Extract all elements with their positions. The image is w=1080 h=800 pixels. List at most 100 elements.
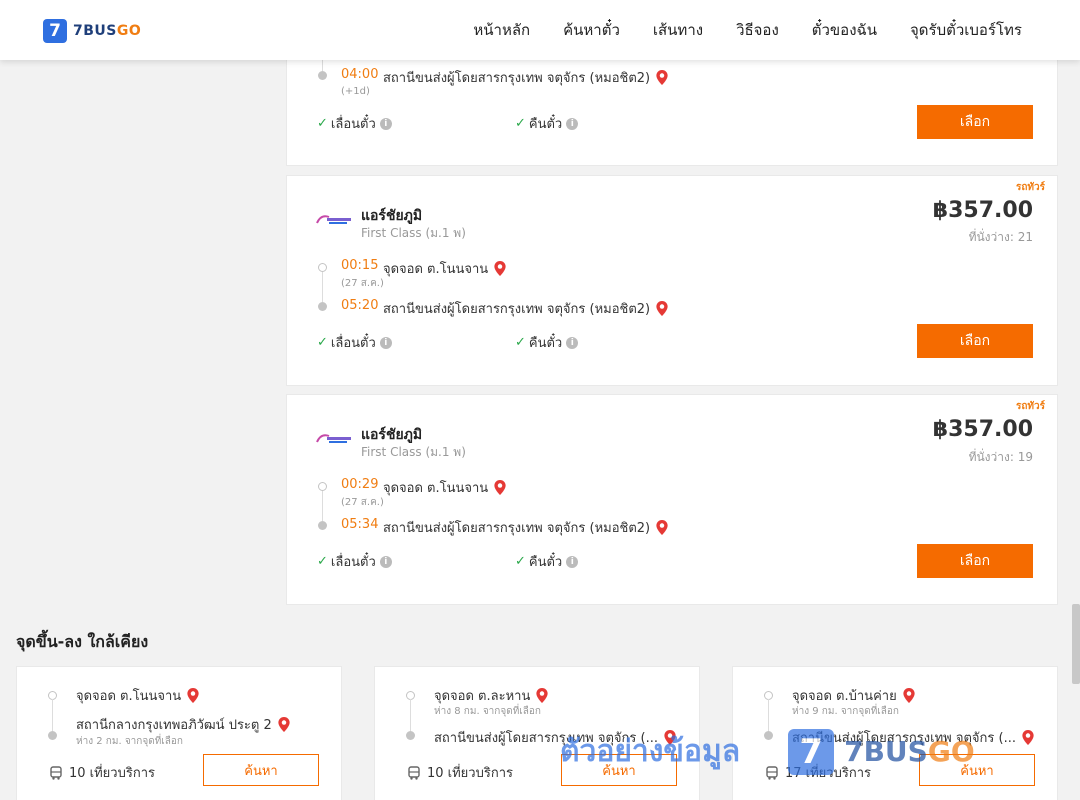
refund-option: ✓ คืนตั๋ว i: [515, 551, 579, 572]
nearby-to-stop: สถานีขนส่งผู้โดยสารกรุงเทพ จตุจักร (...: [434, 727, 676, 748]
nav-routes[interactable]: เส้นทาง: [653, 18, 703, 42]
arrival-dot: [318, 521, 327, 530]
select-trip-button[interactable]: เลือก: [917, 105, 1033, 139]
to-dot: [764, 731, 773, 740]
info-icon[interactable]: i: [379, 336, 392, 349]
trip-card: รถทัวร์ แอร์ชัยภูมิ First Class (ม.1 พ) …: [286, 175, 1058, 386]
nearby-trip-count: 10 เที่ยวบริการ: [407, 762, 513, 783]
departure-dot: [318, 263, 327, 272]
arrival-time: 04:00: [341, 67, 379, 82]
seats-available: ที่นั่งว่าง: 19: [968, 450, 1033, 464]
check-icon: ✓: [317, 554, 328, 569]
nearby-card: จุดจอด ต.บ้านค่าย ห่าง 9 กม. จากจุดที่เล…: [732, 666, 1058, 800]
info-icon[interactable]: i: [566, 336, 579, 349]
departure-date: (27 ส.ค.): [341, 278, 384, 289]
location-pin-icon[interactable]: [187, 688, 199, 703]
nav-pickup-points[interactable]: จุดรับตั๋วเบอร์โทร: [910, 18, 1022, 42]
location-pin-icon[interactable]: [903, 688, 915, 703]
arrival-dot: [318, 71, 327, 80]
refund-option: ✓ คืนตั๋ว i: [515, 113, 579, 134]
nearby-card: จุดจอด ต.ละหาน ห่าง 8 กม. จากจุดที่เลือก…: [374, 666, 700, 800]
nearby-card: จุดจอด ต.โนนจาน สถานีกลางกรุงเทพอภิวัฒน์…: [16, 666, 342, 800]
info-icon[interactable]: i: [566, 555, 579, 568]
nearby-search-button[interactable]: ค้นหา: [203, 754, 319, 786]
location-pin-icon[interactable]: [656, 70, 668, 85]
location-pin-icon[interactable]: [278, 717, 290, 732]
bus-icon: [766, 765, 778, 780]
timeline-line: [52, 699, 53, 735]
departure-time: 00:29: [341, 477, 379, 492]
nearby-from-stop: จุดจอด ต.โนนจาน: [76, 685, 199, 706]
operator-logo: [316, 434, 351, 443]
nearby-to-stop: สถานีขนส่งผู้โดยสารกรุงเทพ จตุจักร (...: [792, 727, 1034, 748]
departure-stop: จุดจอด ต.โนนจาน: [383, 477, 506, 498]
arrival-stop: สถานีขนส่งผู้โดยสารกรุงเทพ จตุจักร (หมอช…: [383, 67, 668, 88]
nav-my-tickets[interactable]: ตั๋วของฉัน: [812, 18, 877, 42]
nearby-search-button[interactable]: ค้นหา: [919, 754, 1035, 786]
nav-home[interactable]: หน้าหลัก: [473, 18, 530, 42]
location-pin-icon[interactable]: [494, 261, 506, 276]
check-icon: ✓: [317, 335, 328, 350]
nearby-from-distance: ห่าง 9 กม. จากจุดที่เลือก: [792, 706, 899, 717]
bus-type-tag: รถทัวร์: [1015, 182, 1045, 193]
location-pin-icon[interactable]: [664, 730, 676, 745]
nearby-from-stop: จุดจอด ต.ละหาน: [434, 685, 548, 706]
refund-option: ✓ คืนตั๋ว i: [515, 332, 579, 353]
arrival-next-day-note: (+1d): [341, 86, 370, 97]
nav-search-ticket[interactable]: ค้นหาตั๋ว: [563, 18, 620, 42]
check-icon: ✓: [515, 116, 526, 131]
top-header: 7 7BUSGO หน้าหลัก ค้นหาตั๋ว เส้นทาง วิธี…: [0, 0, 1080, 60]
departure-stop: จุดจอด ต.โนนจาน: [383, 258, 506, 279]
departure-dot: [318, 482, 327, 491]
arrival-time: 05:20: [341, 298, 379, 313]
bus-type-tag: รถทัวร์: [1015, 401, 1045, 412]
nearby-to-stop: สถานีกลางกรุงเทพอภิวัฒน์ ประตู 2: [76, 714, 290, 735]
seat-class: First Class (ม.1 พ): [361, 445, 466, 459]
arrival-dot: [318, 302, 327, 311]
bus-icon: [50, 765, 62, 780]
check-icon: ✓: [317, 116, 328, 131]
location-pin-icon[interactable]: [494, 480, 506, 495]
main-nav: หน้าหลัก ค้นหาตั๋ว เส้นทาง วิธีจอง ตั๋วข…: [473, 0, 1022, 60]
nearby-trip-count: 17 เที่ยวบริการ: [765, 762, 871, 783]
nav-how-to-book[interactable]: วิธีจอง: [736, 18, 779, 42]
location-pin-icon[interactable]: [656, 520, 668, 535]
seat-class: First Class (ม.1 พ): [361, 226, 466, 240]
check-icon: ✓: [515, 335, 526, 350]
nearby-to-distance: ห่าง 2 กม. จากจุดที่เลือก: [76, 736, 183, 747]
to-dot: [406, 731, 415, 740]
nearby-section-title: จุดขึ้น-ลง ใกล้เคียง: [16, 632, 149, 651]
logo-mark: 7: [43, 19, 67, 43]
reschedule-option: ✓ เลื่อนตั๋ว i: [317, 551, 392, 572]
arrival-time: 05:34: [341, 517, 379, 532]
ticket-price: ฿357.00: [932, 417, 1033, 442]
logo-text: 7BUSGO: [73, 23, 142, 39]
arrival-stop: สถานีขนส่งผู้โดยสารกรุงเทพ จตุจักร (หมอช…: [383, 517, 668, 538]
bus-icon: [408, 765, 420, 780]
nearby-search-button[interactable]: ค้นหา: [561, 754, 677, 786]
seats-available: ที่นั่งว่าง: 21: [968, 230, 1033, 244]
nearby-from-distance: ห่าง 8 กม. จากจุดที่เลือก: [434, 706, 541, 717]
location-pin-icon[interactable]: [536, 688, 548, 703]
scrollbar-track[interactable]: [1072, 60, 1080, 800]
trip-card: รถทัวร์ แอร์ชัยภูมิ First Class (ม.1 พ) …: [286, 394, 1058, 605]
ticket-price: ฿357.00: [932, 198, 1033, 223]
arrival-stop: สถานีขนส่งผู้โดยสารกรุงเทพ จตุจักร (หมอช…: [383, 298, 668, 319]
to-dot: [48, 731, 57, 740]
location-pin-icon[interactable]: [656, 301, 668, 316]
info-icon[interactable]: i: [379, 555, 392, 568]
timeline-line: [322, 272, 323, 302]
scrollbar-thumb[interactable]: [1072, 604, 1080, 684]
location-pin-icon[interactable]: [1022, 730, 1034, 745]
select-trip-button[interactable]: เลือก: [917, 324, 1033, 358]
info-icon[interactable]: i: [566, 117, 579, 130]
site-logo[interactable]: 7 7BUSGO: [43, 19, 141, 43]
reschedule-option: ✓ เลื่อนตั๋ว i: [317, 113, 392, 134]
select-trip-button[interactable]: เลือก: [917, 544, 1033, 578]
reschedule-option: ✓ เลื่อนตั๋ว i: [317, 332, 392, 353]
departure-time: 00:15: [341, 258, 379, 273]
operator-logo: [316, 215, 351, 224]
info-icon[interactable]: i: [379, 117, 392, 130]
departure-date: (27 ส.ค.): [341, 497, 384, 508]
timeline-line: [322, 491, 323, 521]
